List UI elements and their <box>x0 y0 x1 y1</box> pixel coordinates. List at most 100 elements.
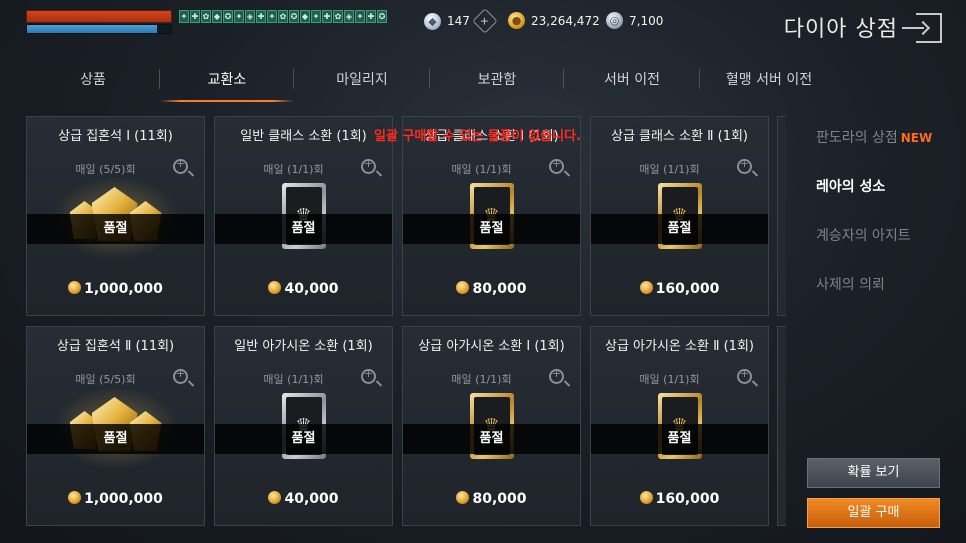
zoom-icon[interactable]: + <box>549 157 564 174</box>
item-card[interactable]: 상급 클래스 소환 Ⅰ (1회)매일 (1/1)회+♛품절80,000 <box>402 116 581 316</box>
zoom-icon[interactable]: + <box>173 157 188 174</box>
buff-icon: ✚ <box>366 10 376 23</box>
sold-out-banner: 품절 <box>27 214 204 244</box>
item-price: 1,000,000 <box>27 491 204 507</box>
gold-coin-icon <box>68 281 82 294</box>
tab-storage[interactable]: 보관함 <box>430 62 564 102</box>
player-status-bars <box>26 10 172 34</box>
item-card[interactable]: 상급 아가시온 소환 Ⅱ (1회)매일 (1/1)회+♛품절160,000 <box>590 326 769 526</box>
gold-coin-icon <box>456 491 470 504</box>
sold-out-banner: 품절 <box>215 214 392 244</box>
bulk-buy-button[interactable]: 일괄 구매 <box>807 498 940 528</box>
side-item-rea-sanctuary[interactable]: 레아의 성소 <box>816 177 966 226</box>
item-card[interactable]: 상급 아가시온 소환 Ⅰ (1회)매일 (1/1)회+♛품절80,000 <box>402 326 581 526</box>
sold-out-banner: 품절 <box>403 424 580 454</box>
tab-exchange[interactable]: 교환소 <box>160 62 294 102</box>
hp-bar <box>26 10 172 23</box>
item-title: 상급 아가시온 소환 Ⅰ (1회) <box>418 339 565 354</box>
price-amount: 1,000,000 <box>84 491 163 507</box>
item-card[interactable]: 상급 집혼석 Ⅰ (11회) 매일 (5/5)회 + 품절 1,000,000 <box>26 116 205 316</box>
shop-side-menu: 판도라의 상점 NEW 레아의 성소 계승자의 아지트 사제의 의뢰 <box>816 128 966 324</box>
item-card[interactable]: 상급 집혼석 Ⅱ (11회) 매일 (5/5)회 + 품절 1,000,000 <box>26 326 205 526</box>
price-amount: 80,000 <box>472 281 527 297</box>
mp-bar-fill <box>27 25 157 33</box>
side-item-pandora-shop[interactable]: 판도라의 상점 NEW <box>816 128 966 177</box>
buff-icon: ✦ <box>234 10 244 23</box>
purchase-limit: 매일 (1/1)회 <box>639 163 700 176</box>
price-amount: 80,000 <box>472 491 527 507</box>
buff-icon: ✿ <box>278 10 288 23</box>
item-card[interactable]: 일반 클래스 소환 (1회)매일 (1/1)회+♛품절40,000 <box>214 116 393 316</box>
tab-products[interactable]: 상품 <box>26 62 160 102</box>
buff-icon: ✚ <box>322 10 332 23</box>
item-title: 일반 클래스 소환 (1회) <box>240 129 367 144</box>
tab-server-transfer[interactable]: 서버 이전 <box>564 62 700 102</box>
diamond-currency: ◆ 147 + <box>424 8 498 34</box>
buff-icon: ◈ <box>344 10 354 23</box>
bulk-buy-notice: 일괄 구매할 수 있는 물품이 없습니다. <box>374 129 581 144</box>
item-price: 1,000,000 <box>27 281 204 297</box>
buff-icon: ✦ <box>267 10 277 23</box>
purchase-limit: 매일 (1/1)회 <box>451 373 512 386</box>
item-price: 160,000 <box>591 491 768 507</box>
gold-coin-icon <box>639 491 653 504</box>
side-item-label: 사제의 의뢰 <box>816 277 885 293</box>
purchase-limit: 매일 (1/1)회 <box>451 163 512 176</box>
gold-currency: ● 23,264,472 <box>508 12 600 29</box>
buff-icon: ✚ <box>256 10 266 23</box>
price-amount: 40,000 <box>284 281 339 297</box>
silver-coin-icon: ◎ <box>606 12 623 29</box>
side-item-label: 레아의 성소 <box>816 179 886 195</box>
buff-icon: ✦ <box>355 10 365 23</box>
side-item-label: 계승자의 아지트 <box>816 228 911 244</box>
item-grid: 상급 집혼석 Ⅰ (11회) 매일 (5/5)회 + 품절 1,000,000 일반 클래… <box>26 116 786 543</box>
price-amount: 1,000,000 <box>84 281 163 297</box>
tab-mileage[interactable]: 마일리지 <box>294 62 430 102</box>
zoom-icon[interactable]: + <box>361 367 376 384</box>
zoom-icon[interactable]: + <box>737 367 752 384</box>
side-item-priest-request[interactable]: 사제의 의뢰 <box>816 275 966 324</box>
buff-icon: ◈ <box>245 10 255 23</box>
zoom-icon[interactable]: + <box>549 367 564 384</box>
side-item-heir-hideout[interactable]: 계승자의 아지트 <box>816 226 966 275</box>
gold-coin-icon <box>456 281 470 294</box>
buff-icon: ◆ <box>212 10 222 23</box>
buff-icon: ✦ <box>179 10 189 23</box>
silver-amount: 7,100 <box>629 13 664 28</box>
tab-clan-server-transfer[interactable]: 혈맹 서버 이전 <box>700 62 838 102</box>
buff-icon: ✿ <box>333 10 343 23</box>
side-item-label: 판도라의 상점 <box>816 130 898 146</box>
buff-icon: ✪ <box>289 10 299 23</box>
item-title: 상급 아가시온 소환 Ⅱ (1회) <box>605 339 754 354</box>
sold-out-banner: 품절 <box>27 424 204 454</box>
gold-coin-icon <box>268 491 282 504</box>
plus-icon: + <box>480 14 490 28</box>
purchase-limit: 매일 (1/1)회 <box>639 373 700 386</box>
purchase-limit: 매일 (1/1)회 <box>263 373 324 386</box>
zoom-icon[interactable]: + <box>737 157 752 174</box>
buff-icon: ✪ <box>377 10 387 23</box>
item-title: 상급 집혼석 Ⅱ (11회) <box>56 339 175 354</box>
price-amount: 160,000 <box>655 281 720 297</box>
item-title: 상급 집혼석 Ⅰ (11회) <box>58 129 173 144</box>
sold-out-banner: 품절 <box>591 424 768 454</box>
partial-item-card <box>777 116 786 316</box>
zoom-icon[interactable]: + <box>361 157 376 174</box>
item-price: 40,000 <box>215 491 392 507</box>
gold-amount: 23,264,472 <box>531 13 600 28</box>
zoom-icon[interactable]: + <box>173 367 188 384</box>
view-odds-button[interactable]: 확률 보기 <box>807 458 940 488</box>
item-price: 80,000 <box>403 281 580 297</box>
buff-icon: ✿ <box>201 10 211 23</box>
add-diamond-button[interactable]: + <box>472 8 498 34</box>
buff-icon: ✪ <box>223 10 233 23</box>
mp-bar <box>26 24 172 34</box>
partial-item-card <box>777 326 786 526</box>
item-card[interactable]: 일반 아가시온 소환 (1회)매일 (1/1)회+♛품절40,000 <box>214 326 393 526</box>
sold-out-banner: 품절 <box>215 424 392 454</box>
gold-coin-icon <box>639 281 653 294</box>
item-card[interactable]: 상급 클래스 소환 Ⅱ (1회)매일 (1/1)회+♛품절160,000 <box>590 116 769 316</box>
item-price: 80,000 <box>403 491 580 507</box>
sold-out-banner: 품절 <box>591 214 768 244</box>
exit-icon[interactable] <box>902 13 942 43</box>
